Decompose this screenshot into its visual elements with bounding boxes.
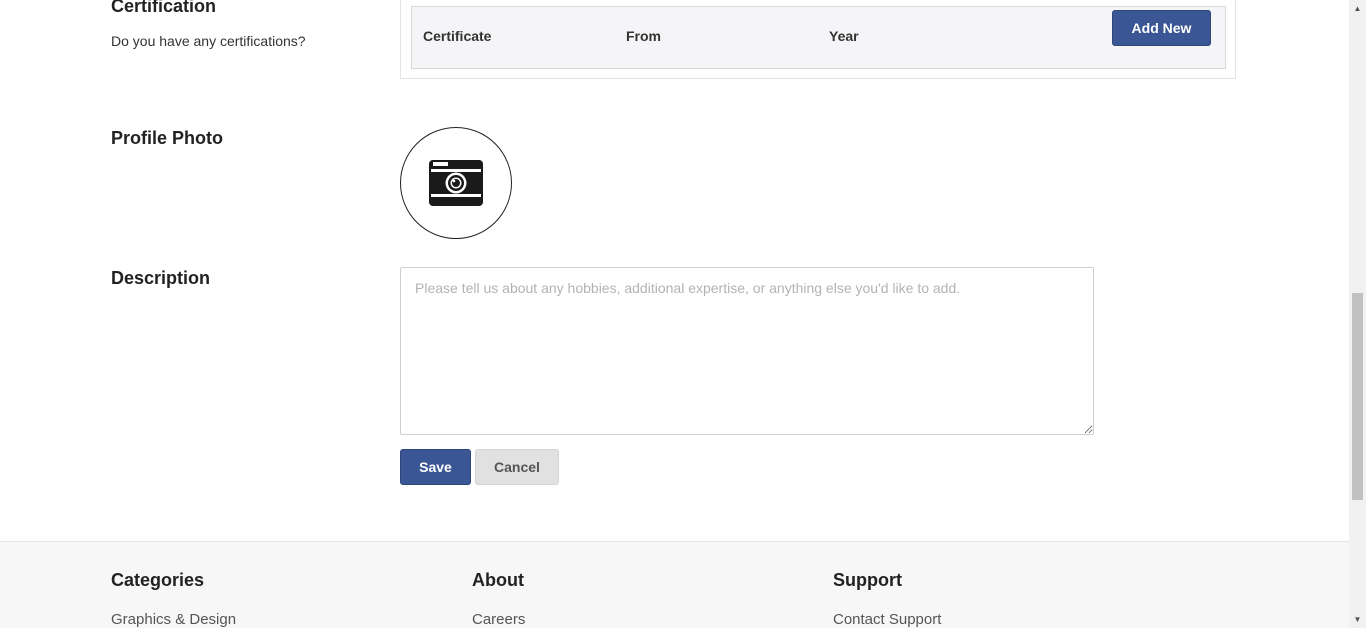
- page: Certification Do you have any certificat…: [0, 0, 1349, 628]
- column-year: Year: [829, 28, 859, 44]
- certification-title: Certification: [111, 0, 217, 16]
- scroll-up-arrow-icon[interactable]: ▲: [1349, 0, 1366, 17]
- column-from: From: [626, 28, 661, 44]
- footer-heading-categories: Categories: [111, 570, 205, 590]
- column-certificate: Certificate: [423, 28, 492, 44]
- footer-link-graphics-design[interactable]: Graphics & Design: [111, 611, 236, 628]
- footer-column-about: About Careers: [472, 570, 525, 628]
- footer-column-categories: Categories Graphics & Design: [111, 570, 236, 628]
- add-new-certification-button[interactable]: Add New: [1112, 10, 1211, 46]
- footer: Categories Graphics & Design About Caree…: [0, 541, 1349, 628]
- description-textarea[interactable]: [400, 267, 1094, 435]
- certification-table-header: Certificate From Year Add New: [411, 6, 1226, 69]
- scrollbar-thumb[interactable]: [1352, 293, 1363, 500]
- vertical-scrollbar[interactable]: ▲ ▼: [1349, 0, 1366, 628]
- footer-link-contact-support[interactable]: Contact Support: [833, 611, 941, 628]
- profile-photo-upload[interactable]: [400, 127, 512, 239]
- footer-column-support: Support Contact Support: [833, 570, 941, 628]
- certification-subtitle: Do you have any certifications?: [111, 33, 306, 49]
- certification-panel: Certificate From Year Add New: [400, 0, 1236, 79]
- description-title: Description: [111, 268, 211, 288]
- footer-heading-support: Support: [833, 570, 902, 590]
- profile-photo-title: Profile Photo: [111, 128, 223, 148]
- camera-icon: [429, 160, 483, 206]
- scroll-down-arrow-icon[interactable]: ▼: [1349, 611, 1366, 628]
- cancel-button[interactable]: Cancel: [475, 449, 559, 485]
- footer-heading-about: About: [472, 570, 524, 590]
- save-button[interactable]: Save: [400, 449, 471, 485]
- footer-link-careers[interactable]: Careers: [472, 611, 525, 628]
